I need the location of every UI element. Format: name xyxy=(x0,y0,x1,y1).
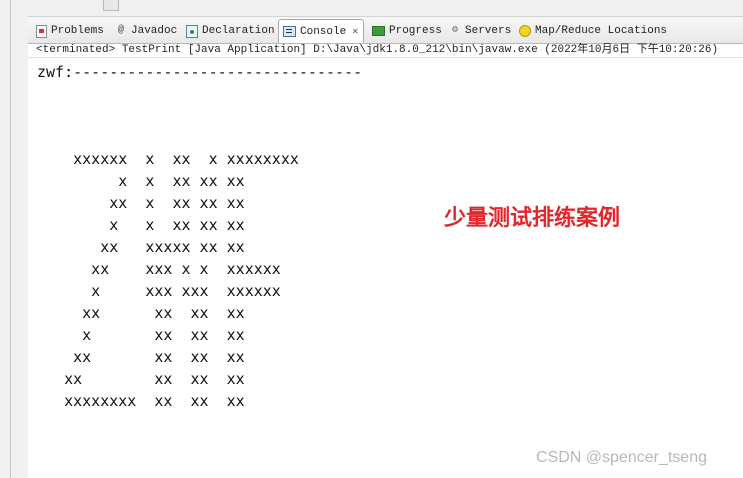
tab-label: Javadoc xyxy=(131,25,178,37)
gutter-divider xyxy=(10,0,11,478)
tab-label: Map/Reduce Locations xyxy=(535,25,668,37)
editor-scrollbar-area xyxy=(28,0,743,17)
tab-label: Console xyxy=(300,25,347,38)
console-line: xxxxxxxx xx xx xx xyxy=(37,392,245,410)
watermark: CSDN @spencer_tseng xyxy=(536,449,707,466)
problems-icon xyxy=(36,24,47,38)
servers-icon: ⚙ xyxy=(451,25,459,36)
console-line: xx x xx xx xx xyxy=(37,194,245,212)
annotation-label: 少量测试排练案例 xyxy=(444,206,621,231)
console-line: x x xx xx xx xyxy=(37,216,245,234)
tab-problems[interactable]: Problems xyxy=(36,21,104,41)
close-icon[interactable]: ✕ xyxy=(352,26,358,38)
console-line: xxxxxx x xx x xxxxxxxx xyxy=(37,150,299,168)
tab-label: Problems xyxy=(51,25,104,37)
tab-progress[interactable]: Progress xyxy=(372,21,442,41)
mapreduce-icon xyxy=(519,25,531,37)
console-line: xx xxx x x xxxxxx xyxy=(37,260,281,278)
console-line: x x xx xx xx xyxy=(37,172,245,190)
console-line: xx xx xx xx xyxy=(37,348,245,366)
console-line: xx xx xx xx xyxy=(37,304,245,322)
console-line: x xx xx xx xyxy=(37,326,245,344)
left-gutter xyxy=(0,0,28,478)
tab-console[interactable]: Console ✕ xyxy=(278,19,365,43)
tab-declaration[interactable]: Declaration xyxy=(186,21,275,41)
tab-map-reduce-locations[interactable]: Map/Reduce Locations xyxy=(519,21,667,41)
console-status-line: <terminated> TestPrint [Java Application… xyxy=(28,43,743,58)
tab-label: Servers xyxy=(465,25,512,37)
javadoc-icon: @ xyxy=(117,25,124,36)
console-icon xyxy=(283,26,296,37)
tab-label: Progress xyxy=(389,25,442,37)
view-tab-bar: Problems @ Javadoc Declaration Console ✕… xyxy=(28,17,743,44)
declaration-icon xyxy=(186,24,198,38)
scrollbar-thumb[interactable] xyxy=(103,0,119,11)
tab-label: Declaration xyxy=(202,25,275,37)
progress-icon xyxy=(372,26,385,36)
tab-servers[interactable]: ⚙ Servers xyxy=(449,21,511,41)
console-line: zwf:-------------------------------- xyxy=(37,63,363,81)
console-line: xx xxxxx xx xx xyxy=(37,238,245,256)
tab-javadoc[interactable]: @ Javadoc xyxy=(115,21,177,41)
console-line: x xxx xxx xxxxxx xyxy=(37,282,281,300)
console-line: xx xx xx xx xyxy=(37,370,245,388)
